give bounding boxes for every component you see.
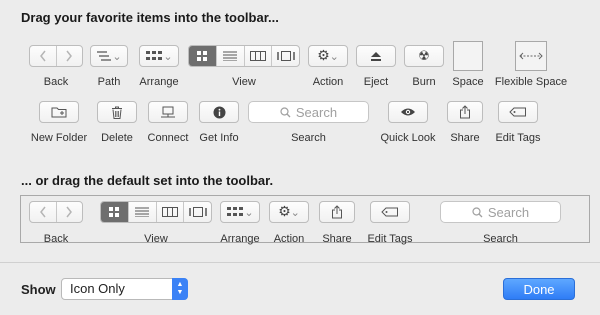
- delete-label: Delete: [101, 132, 133, 144]
- arrange-button: ⌄: [220, 201, 260, 223]
- show-label: Show: [21, 282, 56, 297]
- edit-tags-label: Edit Tags: [495, 132, 541, 144]
- share-label: Share: [450, 132, 480, 144]
- default-toolbar-set[interactable]: Back View ⌄ Arrange ⚙ ⌄ Action Share Edi…: [20, 195, 590, 245]
- footer-bar: Show Icon Only ▲ ▼ Done: [0, 262, 600, 315]
- default-edit-tags-label: Edit Tags: [367, 233, 413, 245]
- delete-button[interactable]: [97, 101, 137, 123]
- popup-stepper-icon: ▲ ▼: [172, 278, 188, 300]
- icon-view-icon[interactable]: [189, 46, 217, 66]
- view-segmented-control[interactable]: [188, 45, 300, 67]
- edit-tags-button: [370, 201, 410, 223]
- default-view-label: View: [144, 233, 168, 245]
- eject-button[interactable]: [356, 45, 396, 67]
- search-label: Search: [291, 132, 326, 144]
- gallery-view-icon: [184, 202, 211, 222]
- gear-icon: ⚙: [278, 204, 291, 220]
- done-button[interactable]: Done: [503, 278, 575, 300]
- quick-look-button[interactable]: [388, 101, 428, 123]
- back-forward-control[interactable]: [29, 45, 83, 67]
- double-arrow-icon: [519, 52, 543, 60]
- back-arrow-icon: [30, 202, 57, 222]
- icon-view-icon: [101, 202, 129, 222]
- trash-icon: [112, 106, 122, 119]
- chevron-down-icon: ⌄: [163, 49, 173, 63]
- path-label: Path: [97, 76, 121, 88]
- share-button[interactable]: [447, 101, 483, 123]
- burn-button[interactable]: ☢: [404, 45, 444, 67]
- list-view-icon[interactable]: [217, 46, 245, 66]
- chevron-down-icon: ⌄: [112, 49, 122, 63]
- burn-label: Burn: [412, 76, 436, 88]
- action-button[interactable]: ⚙ ⌄: [308, 45, 348, 67]
- gear-icon: ⚙: [317, 48, 330, 64]
- new-folder-icon: [51, 107, 67, 118]
- show-popup-value: Icon Only: [70, 281, 125, 296]
- path-button[interactable]: ⌄: [90, 45, 128, 67]
- flexible-space-label: Flexible Space: [494, 76, 568, 88]
- share-button: [319, 201, 355, 223]
- eject-icon: [371, 51, 381, 61]
- magnifier-icon: [472, 206, 483, 217]
- connect-button[interactable]: [148, 101, 188, 123]
- arrange-grid-icon: [146, 51, 163, 60]
- back-arrow-icon[interactable]: [30, 46, 57, 66]
- arrange-grid-icon: [227, 207, 244, 216]
- get-info-label: Get Info: [199, 132, 239, 144]
- space-placeholder[interactable]: [453, 41, 483, 71]
- default-search-label: Search: [483, 233, 518, 245]
- connect-server-icon: [161, 106, 175, 117]
- quick-look-label: Quick Look: [380, 132, 436, 144]
- column-view-icon: [157, 202, 185, 222]
- flexible-space-placeholder[interactable]: [515, 41, 547, 71]
- action-button: ⚙ ⌄: [269, 201, 309, 223]
- forward-arrow-icon[interactable]: [57, 46, 83, 66]
- path-list-icon: [97, 51, 112, 61]
- search-placeholder: Search: [295, 104, 338, 120]
- chevron-down-icon: ⌄: [244, 205, 254, 219]
- new-folder-button[interactable]: [39, 101, 79, 123]
- show-popup-button[interactable]: Icon Only ▲ ▼: [61, 278, 188, 300]
- radioactive-icon: ☢: [418, 48, 430, 64]
- default-arrange-label: Arrange: [220, 233, 260, 245]
- share-icon: [332, 205, 342, 219]
- default-back-label: Back: [43, 233, 69, 245]
- view-label: View: [232, 76, 256, 88]
- list-view-icon: [129, 202, 157, 222]
- tag-icon: [509, 107, 526, 117]
- arrange-button[interactable]: ⌄: [139, 45, 179, 67]
- connect-label: Connect: [147, 132, 189, 144]
- tag-icon: [381, 207, 398, 217]
- new-folder-label: New Folder: [30, 132, 88, 144]
- default-share-label: Share: [322, 233, 352, 245]
- eject-label: Eject: [363, 76, 389, 88]
- share-icon: [460, 105, 470, 119]
- chevron-down-icon: ⌄: [329, 49, 339, 63]
- space-label: Space: [452, 76, 484, 88]
- eye-icon: [401, 108, 415, 116]
- back-forward-control: [29, 201, 83, 223]
- edit-tags-button[interactable]: [498, 101, 538, 123]
- default-set-heading: ... or drag the default set into the too…: [21, 173, 274, 188]
- default-action-label: Action: [273, 233, 305, 245]
- search-placeholder: Search: [487, 204, 530, 220]
- action-label: Action: [312, 76, 344, 88]
- get-info-button[interactable]: [199, 101, 239, 123]
- arrange-label: Arrange: [139, 76, 179, 88]
- forward-arrow-icon: [57, 202, 83, 222]
- magnifier-icon: [280, 106, 291, 117]
- view-segmented-control: [100, 201, 212, 223]
- search-field: Search: [440, 201, 561, 223]
- info-icon: [213, 106, 225, 118]
- column-view-icon[interactable]: [245, 46, 273, 66]
- gallery-view-icon[interactable]: [272, 46, 299, 66]
- chevron-down-icon: ⌄: [290, 205, 300, 219]
- palette-heading: Drag your favorite items into the toolba…: [21, 10, 279, 25]
- back-label: Back: [43, 76, 69, 88]
- search-field[interactable]: Search: [248, 101, 369, 123]
